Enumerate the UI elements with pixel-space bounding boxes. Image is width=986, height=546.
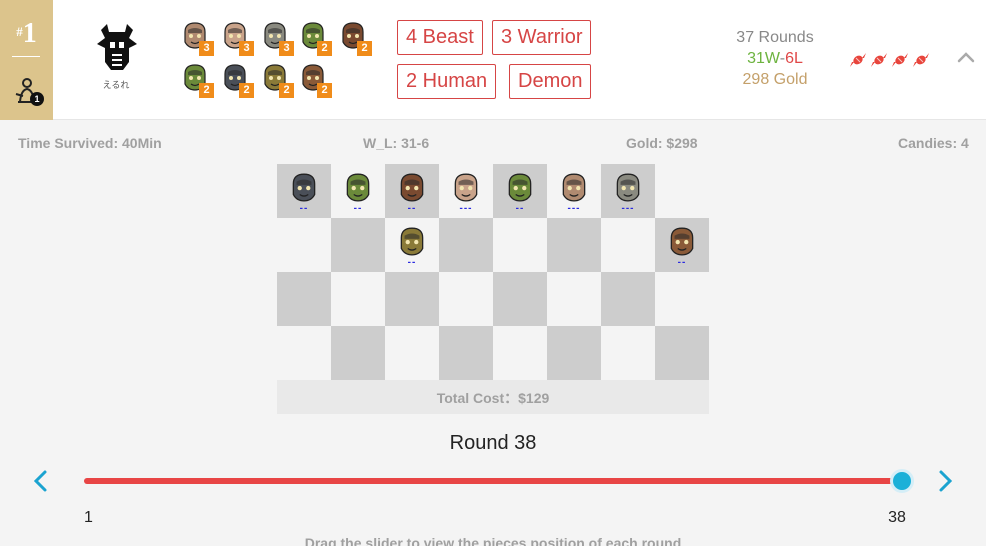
piece-star-level: -- [353, 203, 363, 214]
board-piece-beastmaster[interactable]: --- [601, 164, 655, 218]
piece-star-level: -- [677, 257, 687, 268]
piece-star-level: --- [567, 203, 581, 214]
candy-icon [848, 50, 868, 70]
synergy-tag-warrior: 3 Warrior [492, 20, 592, 55]
board-cell [601, 272, 655, 326]
tribal-mask-icon [95, 22, 139, 72]
board-piece-broodmother[interactable]: -- [385, 218, 439, 272]
board-cell [601, 326, 655, 380]
hero-star-badge: 2 [199, 83, 214, 98]
piece-star-level: -- [299, 203, 309, 214]
chevron-right-icon[interactable] [932, 466, 958, 496]
board-cell [385, 326, 439, 380]
rank-number: #1 [16, 18, 37, 49]
hero-star-badge: 3 [279, 41, 294, 56]
board-cell [331, 272, 385, 326]
piece-star-level: -- [407, 257, 417, 268]
piece-star-level: --- [459, 203, 473, 214]
player-level-badge: 1 [30, 92, 44, 106]
chevron-up-icon[interactable] [954, 46, 978, 70]
board-piece-kunkka[interactable]: -- [655, 218, 709, 272]
rank-divider [12, 56, 40, 57]
board-cell [493, 326, 547, 380]
board-cell [547, 326, 601, 380]
candy-icon [911, 50, 931, 70]
synergy-tag-beast: 4 Beast [397, 20, 483, 55]
synergy-tag-human: 2 Human [397, 64, 497, 99]
slider-max-label: 38 [888, 509, 906, 526]
slider-fill [84, 478, 902, 484]
board-cell [277, 218, 331, 272]
hero-lineup: 3 3 3 2 2 2 2 2 2 [180, 20, 380, 100]
board-piece-abaddon[interactable]: -- [277, 164, 331, 218]
hero-abaddon: 2 [220, 62, 254, 98]
board-cell [277, 326, 331, 380]
win-loss: 31W-6L [747, 50, 803, 67]
synergy-tag-demon: Demon [509, 64, 592, 99]
hero-kunkka: 2 [298, 62, 332, 98]
board-piece-ogre-magi[interactable]: --- [547, 164, 601, 218]
hero-star-badge: 3 [239, 41, 254, 56]
candy-icon [890, 50, 910, 70]
board-cell [655, 164, 709, 218]
board-piece-troll-warlord[interactable]: -- [385, 164, 439, 218]
slider-thumb[interactable] [890, 469, 914, 493]
player-summary-card[interactable]: #1 1 えるれ 3 3 3 2 2 2 2 2 2 4 Beast 3 Warrior 2 H… [0, 0, 986, 120]
total-cost: Total Cost：$129 [436, 390, 550, 406]
time-survived: Time Survived: 40Min [18, 135, 162, 151]
board-cell [547, 272, 601, 326]
gold-detail: Gold: $298 [626, 135, 698, 151]
chess-board: Total Cost：$129 -- -- -- --- -- --- --- -- -- [277, 164, 709, 414]
rank-panel: #1 1 [0, 0, 53, 120]
board-cell [493, 272, 547, 326]
board-cell [331, 326, 385, 380]
board-cell [493, 218, 547, 272]
board-piece-venomancer[interactable]: -- [493, 164, 547, 218]
hero-venomancer: 2 [298, 20, 332, 56]
hero-venomancer: 2 [180, 62, 214, 98]
slider-hint: Drag the slider to view the pieces posit… [304, 535, 682, 546]
board-cell [439, 272, 493, 326]
board-cell [385, 272, 439, 326]
candy-icon [869, 50, 889, 70]
board-cell [277, 272, 331, 326]
hero-star-badge: 3 [199, 41, 214, 56]
match-stats: 37 Rounds 31W-6L 298 Gold [716, 27, 834, 90]
hero-star-badge: 2 [317, 41, 332, 56]
candies-detail: Candies: 4 [898, 135, 969, 151]
board-cell [331, 218, 385, 272]
piece-star-level: -- [515, 203, 525, 214]
board-cell [601, 218, 655, 272]
hero-star-badge: 2 [239, 83, 254, 98]
piece-star-level: -- [407, 203, 417, 214]
board-cell [655, 326, 709, 380]
round-label: Round 38 [449, 432, 537, 454]
board-cell [439, 218, 493, 272]
hero-troll-warlord: 2 [338, 20, 372, 56]
board-piece-juggernaut[interactable]: --- [439, 164, 493, 218]
hero-star-badge: 2 [317, 83, 332, 98]
hero-beastmaster: 3 [260, 20, 294, 56]
hero-star-badge: 2 [279, 83, 294, 98]
win-loss-detail: W_L: 31-6 [363, 135, 430, 151]
board-piece-venomancer[interactable]: -- [331, 164, 385, 218]
hero-ogre-magi: 3 [180, 20, 214, 56]
rounds-count: 37 Rounds [736, 29, 814, 46]
chevron-left-icon[interactable] [28, 466, 54, 496]
hero-star-badge: 2 [357, 41, 372, 56]
slider-min-label: 1 [84, 509, 93, 526]
board-cell [655, 272, 709, 326]
board-cell [547, 218, 601, 272]
gold-amount: 298 Gold [742, 71, 808, 88]
board-cell [439, 326, 493, 380]
hero-juggernaut: 3 [220, 20, 254, 56]
hero-broodmother: 2 [260, 62, 294, 98]
piece-star-level: --- [621, 203, 635, 214]
round-slider[interactable] [84, 466, 914, 496]
player-name: えるれ [102, 80, 130, 90]
